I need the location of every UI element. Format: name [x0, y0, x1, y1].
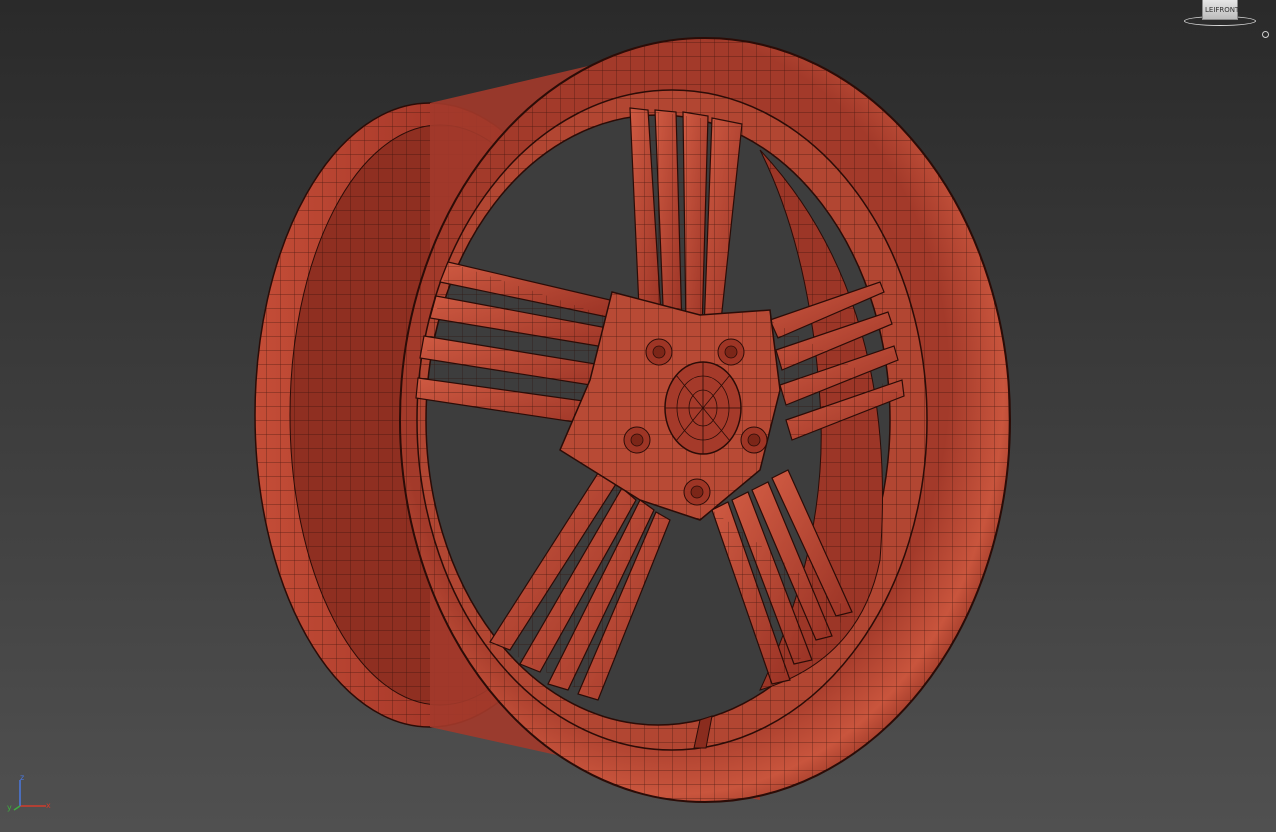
wheel-model[interactable] — [0, 0, 1276, 832]
axis-tripod-icon: z x y — [6, 774, 56, 814]
axis-x-label: x — [46, 801, 51, 810]
viewcube-front-label: FRONT — [1215, 5, 1240, 14]
axis-z-label: z — [20, 773, 25, 782]
viewcube-left-label: LEI — [1205, 5, 1216, 14]
axis-y-label: y — [7, 803, 12, 812]
viewcube-icon[interactable]: LEI FRONT — [1180, 0, 1260, 30]
viewcube-face[interactable]: LEI FRONT — [1202, 0, 1240, 20]
3d-viewport[interactable]: LEI FRONT z x y — [0, 0, 1276, 832]
home-icon[interactable] — [1262, 31, 1269, 38]
